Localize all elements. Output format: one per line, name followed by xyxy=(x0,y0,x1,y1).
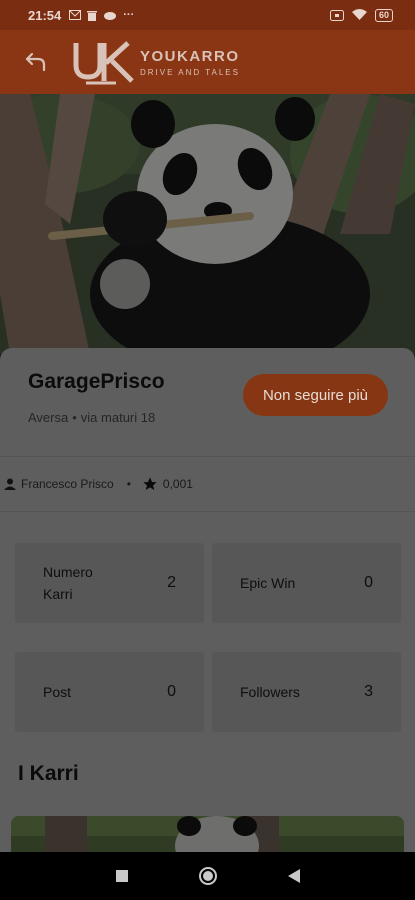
cloud-icon xyxy=(104,11,117,20)
panda-photo xyxy=(0,94,415,354)
garage-street: via maturi 18 xyxy=(80,410,156,425)
karro-thumbnail[interactable] xyxy=(11,816,404,852)
home-icon[interactable] xyxy=(198,866,218,886)
system-nav-bar xyxy=(0,852,415,900)
garage-cover-image xyxy=(0,94,415,354)
brand-tagline: DRIVE AND TALES xyxy=(140,67,240,77)
app-bar: YOUKARRO DRIVE AND TALES xyxy=(0,30,415,94)
notification-icons: ··· xyxy=(69,9,134,21)
person-icon xyxy=(4,478,16,490)
status-time: 21:54 xyxy=(28,7,62,23)
stat-tile-followers[interactable]: Followers 3 xyxy=(212,652,401,732)
screen-record-icon xyxy=(329,9,344,21)
karri-section-title: I Karri xyxy=(18,762,79,785)
star-icon xyxy=(143,477,157,490)
stat-tile-epic-win[interactable]: Epic Win 0 xyxy=(212,543,401,623)
stat-value: 3 xyxy=(364,683,373,700)
stat-label: Followers xyxy=(240,684,300,700)
back-nav-icon[interactable] xyxy=(287,868,301,884)
stat-value: 0 xyxy=(167,683,176,700)
owner-row: Francesco Prisco • 0,001 xyxy=(4,476,193,492)
stat-tile-post[interactable]: Post 0 xyxy=(15,652,204,732)
trash-icon xyxy=(87,10,98,21)
stat-label: Post xyxy=(43,684,72,700)
brand-logo: YOUKARRO DRIVE AND TALES xyxy=(72,39,240,85)
stat-value: 0 xyxy=(364,574,373,591)
divider xyxy=(0,511,415,512)
recents-icon[interactable] xyxy=(115,869,129,883)
back-arrow-icon xyxy=(25,52,46,72)
status-bar: 21:54 ··· 60 xyxy=(0,0,415,30)
owner-separator: • xyxy=(126,477,131,491)
garage-address: Aversa • via maturi 18 xyxy=(28,410,155,425)
unfollow-button[interactable]: Non seguire più xyxy=(243,374,388,416)
garage-city: Aversa xyxy=(28,410,69,425)
mail-icon xyxy=(69,10,82,20)
address-separator: • xyxy=(72,410,77,425)
more-notifications: ··· xyxy=(123,9,135,21)
back-button[interactable] xyxy=(16,42,56,82)
garage-profile-card: GaragePrisco Aversa • via maturi 18 Non … xyxy=(0,348,415,852)
garage-name: GaragePrisco xyxy=(28,370,165,393)
brand-title: YOUKARRO xyxy=(140,47,240,65)
stat-value: 2 xyxy=(167,574,176,591)
stat-label: Numero Karri xyxy=(43,564,93,602)
owner-name[interactable]: Francesco Prisco xyxy=(21,477,114,491)
wifi-icon xyxy=(351,9,367,20)
youkarro-logo-icon xyxy=(73,41,134,85)
battery-icon: 60 xyxy=(374,8,393,22)
stat-label: Epic Win xyxy=(240,575,296,591)
stat-tile-karri[interactable]: Numero Karri 2 xyxy=(15,543,204,623)
divider xyxy=(0,456,415,457)
karro-photo xyxy=(11,816,404,852)
rating-value: 0,001 xyxy=(162,477,193,491)
